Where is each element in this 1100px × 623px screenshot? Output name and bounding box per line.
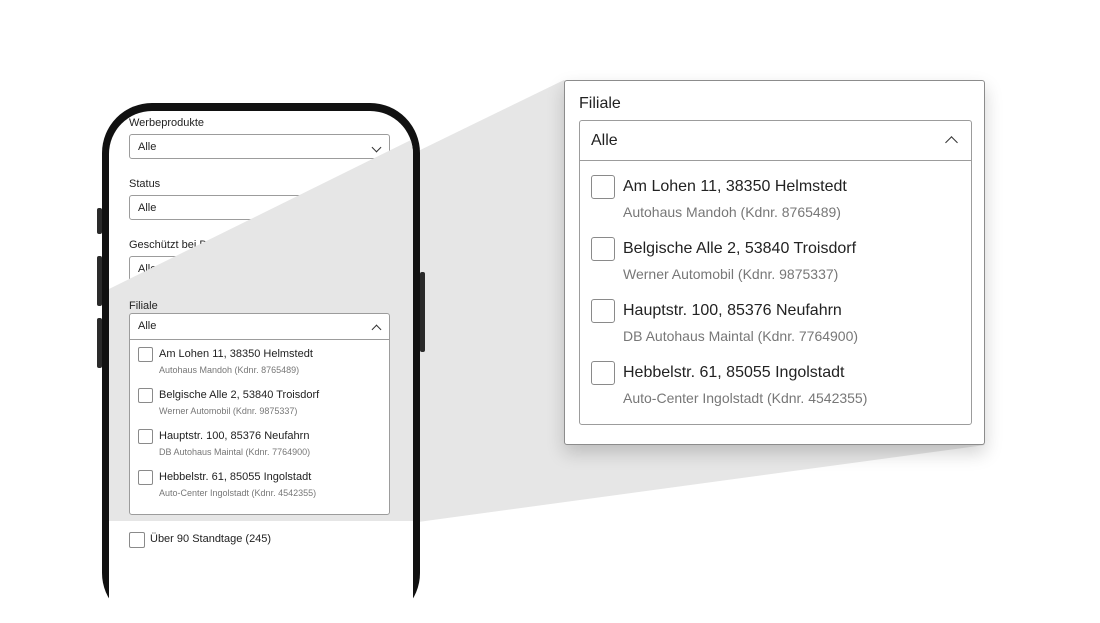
phone-screen: Werbeprodukte Alle Status Alle Geschützt… (109, 111, 413, 623)
phone-power-button (420, 272, 425, 352)
chevron-up-icon (371, 324, 382, 335)
chevron-down-icon (371, 142, 382, 153)
zoom-filiale-dropdown: Alle Am Lohen 11, 38350 Helmstedt Autoha… (579, 120, 972, 425)
option-address: Hebbelstr. 61, 85055 Ingolstadt (623, 364, 845, 381)
option-checkbox[interactable] (138, 429, 153, 444)
option-address: Hauptstr. 100, 85376 Neufahrn (159, 430, 310, 442)
option-dealer: DB Autohaus Maintal (Kdnr. 7764900) (159, 447, 311, 457)
zoom-filiale-select[interactable]: Alle (580, 121, 971, 161)
chevron-down-icon (371, 203, 382, 214)
option-checkbox[interactable] (591, 361, 615, 385)
werbeprodukte-value: Alle (138, 141, 157, 153)
option-address: Hauptstr. 100, 85376 Neufahrn (623, 302, 842, 319)
option-dealer: Werner Automobil (Kdnr. 9875337) (159, 406, 298, 416)
option-checkbox[interactable] (138, 470, 153, 485)
option-checkbox[interactable] (591, 175, 615, 199)
geschuetzt-label: Geschützt bei Datenimport (129, 239, 260, 251)
geschuetzt-value: Alle (138, 263, 157, 275)
option-checkbox[interactable] (138, 388, 153, 403)
werbeprodukte-select[interactable]: Alle (129, 134, 390, 159)
chevron-up-icon (945, 136, 958, 149)
option-address: Hebbelstr. 61, 85055 Ingolstadt (159, 471, 312, 483)
status-value: Alle (138, 202, 157, 214)
zoom-panel: Filiale Alle Am Lohen 11, 38350 Helmsted… (564, 80, 985, 445)
zoom-filiale-value: Alle (591, 132, 618, 149)
standtage-checkbox[interactable] (129, 532, 145, 548)
filiale-value: Alle (138, 320, 157, 332)
chevron-down-icon (371, 264, 382, 275)
zoom-filiale-label: Filiale (579, 95, 621, 112)
standtage-label: Über 90 Standtage (245) (150, 533, 272, 545)
option-address: Belgische Alle 2, 53840 Troisdorf (623, 240, 857, 257)
status-select[interactable]: Alle (129, 195, 390, 220)
werbeprodukte-label: Werbeprodukte (129, 117, 205, 129)
option-dealer: DB Autohaus Maintal (Kdnr. 7764900) (623, 328, 859, 344)
option-dealer: Autohaus Mandoh (Kdnr. 8765489) (623, 204, 841, 220)
option-address: Am Lohen 11, 38350 Helmstedt (159, 348, 313, 360)
option-address: Belgische Alle 2, 53840 Troisdorf (159, 389, 320, 401)
phone-frame: Werbeprodukte Alle Status Alle Geschützt… (102, 103, 420, 623)
option-address: Am Lohen 11, 38350 Helmstedt (623, 178, 847, 195)
option-dealer: Werner Automobil (Kdnr. 9875337) (623, 266, 839, 282)
option-checkbox[interactable] (591, 299, 615, 323)
option-dealer: Auto-Center Ingolstadt (Kdnr. 4542355) (623, 390, 868, 406)
option-checkbox[interactable] (591, 237, 615, 261)
filiale-dropdown: Alle Am Lohen 11, 38350 Helmstedt Autoha… (129, 313, 390, 515)
filiale-select[interactable]: Alle (130, 314, 389, 340)
status-label: Status (129, 178, 161, 190)
filiale-label: Filiale (129, 300, 158, 312)
option-dealer: Autohaus Mandoh (Kdnr. 8765489) (159, 365, 300, 375)
geschuetzt-select[interactable]: Alle (129, 256, 390, 281)
option-checkbox[interactable] (138, 347, 153, 362)
option-dealer: Auto-Center Ingolstadt (Kdnr. 4542355) (159, 488, 317, 498)
